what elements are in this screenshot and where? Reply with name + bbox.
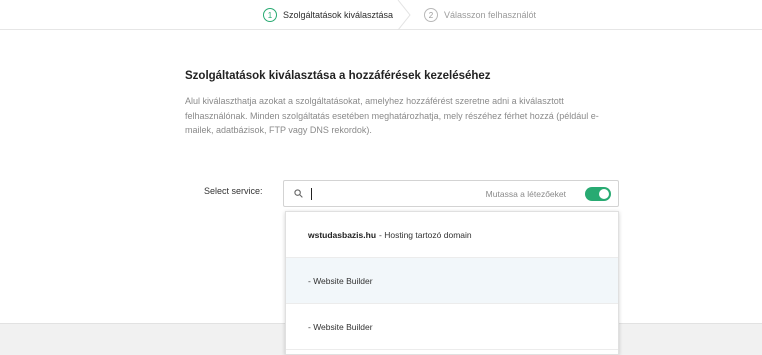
dropdown-option[interactable]: - Website Builder xyxy=(286,304,618,350)
select-service-label: Select service: xyxy=(204,186,263,196)
step-select-user[interactable]: 2 Válasszon felhasználót xyxy=(424,0,536,30)
page-description: Alul kiválaszthatja azokat a szolgáltatá… xyxy=(185,96,599,135)
step-label: Szolgáltatások kiválasztása xyxy=(283,10,394,20)
step-divider-chevron xyxy=(397,0,411,30)
service-dropdown-list: wstudasbazis.hu - Hosting tartozó domain… xyxy=(285,211,619,355)
service-search-field[interactable]: Mutassa a létezőeket xyxy=(283,180,619,207)
wizard-stepper: 1 Szolgáltatások kiválasztása 2 Válasszo… xyxy=(0,0,762,30)
step-number-badge: 1 xyxy=(263,8,277,22)
dropdown-option[interactable]: wstudasbazis.hu - Hosting tartozó domain xyxy=(286,212,618,258)
show-existing-label: Mutassa a létezőeket xyxy=(485,189,566,199)
text-caret xyxy=(311,188,312,200)
toggle-knob xyxy=(599,189,609,199)
step-label: Válasszon felhasználót xyxy=(444,10,537,20)
option-domain: wstudasbazis.hu xyxy=(308,229,377,240)
search-icon xyxy=(294,189,303,198)
show-existing-toggle[interactable] xyxy=(585,187,611,201)
page-title: Szolgáltatások kiválasztása a hozzáférés… xyxy=(185,70,491,82)
option-text: - Hosting tartozó domain xyxy=(379,229,472,240)
step-select-services[interactable]: 1 Szolgáltatások kiválasztása xyxy=(263,0,393,30)
dropdown-option[interactable]: - Website Builder xyxy=(286,258,618,304)
option-text: - Website Builder xyxy=(308,321,373,332)
step-number-badge: 2 xyxy=(424,8,438,22)
option-text: - Website Builder xyxy=(308,275,373,286)
